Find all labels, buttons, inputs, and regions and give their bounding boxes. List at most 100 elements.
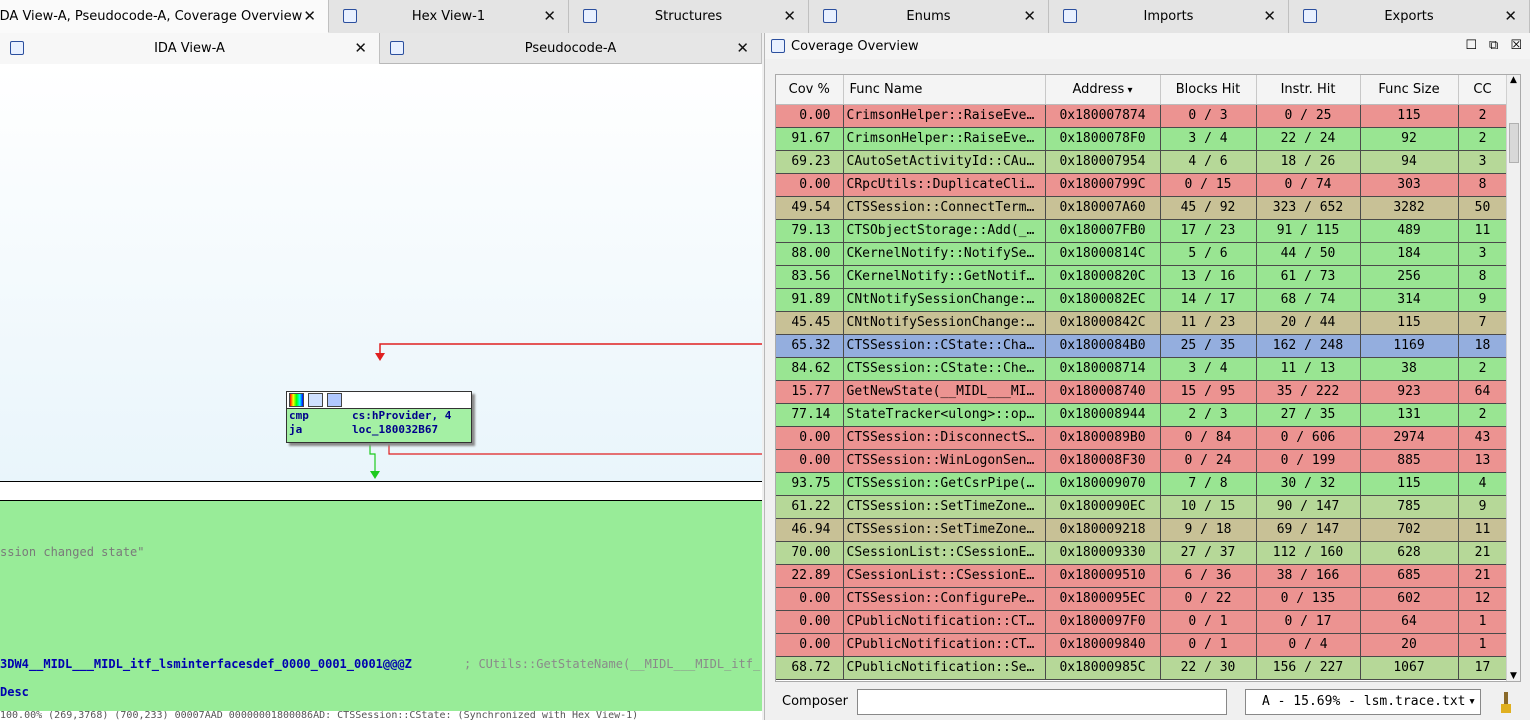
tab-2[interactable]: Structures ✕ (569, 0, 809, 33)
function-size: 489 (1360, 219, 1459, 243)
node-rename-icon[interactable] (308, 393, 323, 407)
function-size: 3282 (1360, 196, 1459, 220)
blocks-hit: 45 / 92 (1160, 196, 1257, 220)
symbol-comment: ; CUtils::GetStateName(__MIDL___MIDL_itf… (464, 657, 761, 671)
close-icon[interactable]: ☒ (1510, 38, 1522, 53)
table-row[interactable]: 0.00 CTSSession::ConfigurePe… 0x1800095EC 0… (776, 587, 1508, 611)
table-row[interactable]: 69.23 CAutoSetActivityId::CAu… 0x180007954… (776, 150, 1508, 174)
table-row[interactable]: 0.00 CPublicNotification::CT… 0x180009840 0… (776, 633, 1508, 657)
table-row[interactable]: 0.00 CTSSession::WinLogonSen… 0x180008F30 0… (776, 449, 1508, 473)
function-size: 256 (1360, 265, 1459, 289)
trace-select[interactable]: A - 15.69% - lsm.trace.txt ▾ (1245, 689, 1481, 715)
column-header[interactable]: Address ▾ (1045, 75, 1161, 105)
column-header[interactable]: Cov % (776, 75, 844, 105)
table-row[interactable]: 91.89 CNtNotifySessionChange:… 0x1800082EC… (776, 288, 1508, 312)
table-row[interactable]: 46.94 CTSSession::SetTimeZone… 0x180009218… (776, 518, 1508, 542)
blocks-hit: 25 / 35 (1160, 334, 1257, 358)
table-row[interactable]: 83.56 CKernelNotify::GetNotif… 0x18000820C… (776, 265, 1508, 289)
function-size: 2974 (1360, 426, 1459, 450)
tab-3[interactable]: Enums ✕ (809, 0, 1049, 33)
table-row[interactable]: 45.45 CNtNotifySessionChange:… 0x18000842C… (776, 311, 1508, 335)
function-address: 0x180007954 (1045, 150, 1161, 174)
close-icon[interactable]: ✕ (1263, 7, 1276, 25)
blocks-hit: 3 / 4 (1160, 127, 1257, 151)
table-row[interactable]: 61.22 CTSSession::SetTimeZone… 0x1800090EC… (776, 495, 1508, 519)
column-header[interactable]: Func Name (843, 75, 1046, 105)
blocks-hit: 22 / 30 (1160, 656, 1257, 680)
table-row[interactable]: 88.00 CKernelNotify::NotifySe… 0x18000814C… (776, 242, 1508, 266)
coverage-percent: 49.54 (776, 196, 844, 220)
paint-brush-icon[interactable] (1499, 689, 1513, 715)
column-header[interactable]: Blocks Hit (1160, 75, 1257, 105)
code-block[interactable]: ssion changed state" 3DW4__MIDL___MIDL_i… (0, 501, 762, 711)
coverage-percent: 0.00 (776, 610, 844, 634)
close-icon[interactable]: ✕ (783, 7, 796, 25)
table-row[interactable]: 91.67 CrimsonHelper::RaiseEve… 0x1800078F0… (776, 127, 1508, 151)
table-row[interactable]: 15.77 GetNewState(__MIDL___MI… 0x180008740… (776, 380, 1508, 404)
table-row[interactable]: 93.75 CTSSession::GetCsrPipe(… 0x180009070… (776, 472, 1508, 496)
table-row[interactable]: 77.14 StateTracker<ulong>::op… 0x180008944… (776, 403, 1508, 427)
table-row[interactable]: 0.00 CrimsonHelper::RaiseEve… 0x180007874 0… (776, 104, 1508, 128)
blocks-hit: 0 / 1 (1160, 610, 1257, 634)
function-name: CTSSession::GetCsrPipe(… (843, 472, 1046, 496)
function-size: 1169 (1360, 334, 1459, 358)
coverage-percent: 83.56 (776, 265, 844, 289)
table-row[interactable]: 0.00 CRpcUtils::DuplicateCli… 0x18000799C 0… (776, 173, 1508, 197)
node-group-icon[interactable] (327, 393, 342, 407)
cyclomatic-complexity: 2 (1458, 357, 1508, 381)
close-icon[interactable]: ✕ (1023, 7, 1036, 25)
sort-arrow-icon: ▾ (1124, 84, 1133, 96)
cyclomatic-complexity: 12 (1458, 587, 1508, 611)
function-size: 20 (1360, 633, 1459, 657)
graph-view[interactable]: cmp cs:hProvider, 4 ja loc_180032B67 (0, 65, 762, 481)
table-row[interactable]: 0.00 CPublicNotification::CT… 0x1800097F0 0… (776, 610, 1508, 634)
restore-icon[interactable]: ⧉ (1489, 38, 1498, 53)
node-color-icon[interactable] (289, 393, 304, 407)
column-header[interactable]: Func Size (1360, 75, 1459, 105)
table-row[interactable]: 49.54 CTSSession::ConnectTerm… 0x180007A60… (776, 196, 1508, 220)
minimize-icon[interactable]: ☐ (1465, 38, 1477, 53)
table-row[interactable]: 70.00 CSessionList::CSessionE… 0x180009330… (776, 541, 1508, 565)
tab-label: Enums (906, 9, 951, 24)
vertical-scrollbar[interactable]: ▲ ▼ (1506, 75, 1520, 681)
blocks-hit: 0 / 15 (1160, 173, 1257, 197)
column-header-label: Instr. Hit (1280, 81, 1336, 97)
table-row[interactable]: 22.89 CSessionList::CSessionE… 0x180009510… (776, 564, 1508, 588)
instructions-hit: 27 / 35 (1256, 403, 1361, 427)
table-row[interactable]: 68.72 CPublicNotification::Se… 0x18000985C… (776, 656, 1508, 680)
blocks-hit: 17 / 23 (1160, 219, 1257, 243)
tab-4[interactable]: Imports ✕ (1049, 0, 1289, 33)
instruction-line[interactable]: ja loc_180032B67 (287, 423, 471, 437)
blocks-hit: 10 / 15 (1160, 495, 1257, 519)
close-icon[interactable]: ✕ (1504, 7, 1517, 25)
coverage-percent: 45.45 (776, 311, 844, 335)
close-icon[interactable]: ✕ (543, 7, 556, 25)
composer-input[interactable] (857, 689, 1227, 715)
table-row[interactable]: 0.00 CTSSession::DisconnectS… 0x1800089B0 0… (776, 426, 1508, 450)
table-row[interactable]: 65.32 CTSSession::CState::Cha… 0x1800084B0… (776, 334, 1508, 358)
instruction-line[interactable]: cmp cs:hProvider, 4 (287, 409, 471, 423)
blocks-hit: 3 / 4 (1160, 357, 1257, 381)
tab-1[interactable]: Hex View-1 ✕ (329, 0, 569, 33)
blocks-hit: 14 / 17 (1160, 288, 1257, 312)
top-tab-bar: IDA View-A, Pseudocode-A, Coverage Overv… (0, 0, 1530, 33)
blocks-hit: 11 / 23 (1160, 311, 1257, 335)
tab-5[interactable]: Exports ✕ (1289, 0, 1530, 33)
subtab-1[interactable]: Pseudocode-A ✕ (380, 33, 762, 64)
coverage-percent: 0.00 (776, 173, 844, 197)
cyclomatic-complexity: 4 (1458, 472, 1508, 496)
close-icon[interactable]: ✕ (736, 39, 749, 57)
tab-0[interactable]: IDA View-A, Pseudocode-A, Coverage Overv… (0, 0, 329, 33)
column-header[interactable]: CC (1458, 75, 1508, 105)
subtab-0[interactable]: IDA View-A ✕ (0, 33, 380, 64)
symbol-name[interactable]: 3DW4__MIDL___MIDL_itf_lsminterfacesdef_0… (0, 657, 412, 671)
graph-node[interactable]: cmp cs:hProvider, 4 ja loc_180032B67 (286, 391, 472, 443)
close-icon[interactable]: ✕ (354, 39, 367, 57)
table-row[interactable]: 84.62 CTSSession::CState::Che… 0x180008714… (776, 357, 1508, 381)
close-icon[interactable]: ✕ (303, 7, 316, 25)
table-row[interactable]: 79.13 CTSObjectStorage::Add(_… 0x180007FB0… (776, 219, 1508, 243)
function-size: 115 (1360, 472, 1459, 496)
symbol-suffix: Desc (0, 685, 29, 699)
scroll-thumb[interactable] (1509, 123, 1519, 163)
column-header[interactable]: Instr. Hit (1256, 75, 1361, 105)
